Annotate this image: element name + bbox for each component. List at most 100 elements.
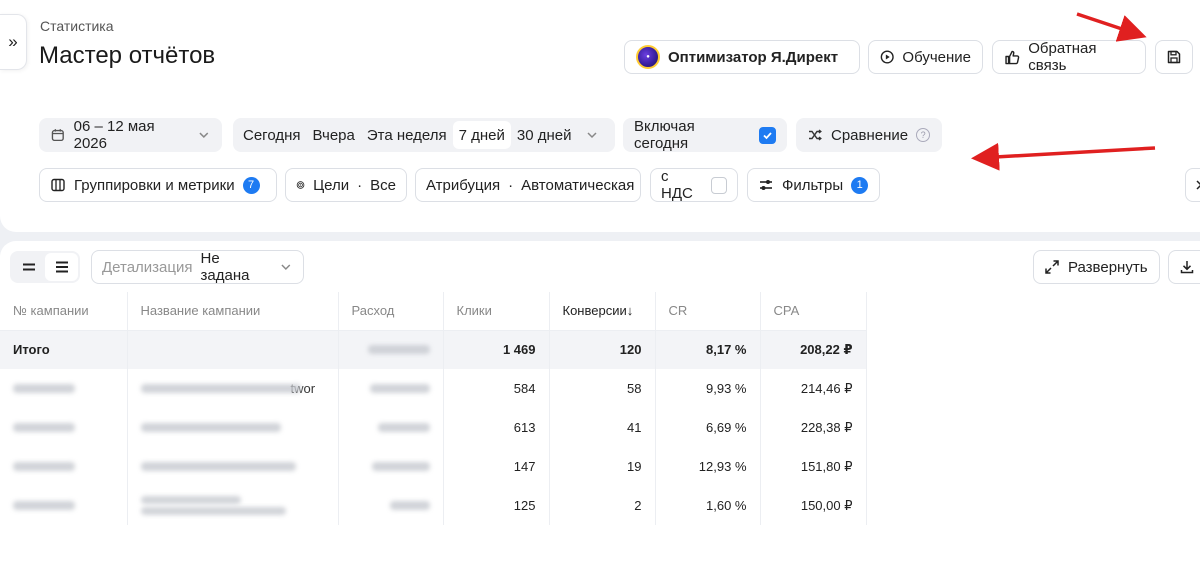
period-this-week[interactable]: Эта неделя [361, 121, 453, 149]
clicks: 125 [443, 486, 550, 525]
breadcrumb[interactable]: Статистика [40, 18, 114, 34]
campaign-name-redacted [127, 486, 339, 525]
chevron-down-icon[interactable] [582, 128, 604, 142]
thumbs-up-icon [1005, 50, 1020, 64]
column-campaign-id[interactable]: № кампании [0, 292, 128, 331]
expand-button[interactable]: Развернуть [1033, 250, 1160, 284]
goals-separator: · [357, 176, 363, 194]
filters-count-badge: 1 [851, 176, 869, 194]
total-spend-redacted [338, 330, 444, 369]
total-clicks: 1 469 [443, 330, 550, 369]
more-filters-button[interactable] [1185, 168, 1200, 202]
attribution-value: Автоматическая [521, 176, 635, 194]
shuffle-icon [809, 129, 822, 141]
conversions: 2 [549, 486, 656, 525]
spend-redacted [338, 408, 444, 447]
total-name-cell [127, 330, 339, 369]
vat-checkbox[interactable] [710, 176, 727, 194]
clicks: 584 [443, 369, 550, 408]
feedback-button[interactable]: Обратная связь [992, 40, 1146, 74]
feedback-label: Обратная связь [1028, 40, 1097, 74]
chevron-down-icon [281, 264, 291, 270]
column-cr[interactable]: CR [655, 292, 761, 331]
table-row[interactable]: 125 2 1,60 % 150,00 ₽ [0, 486, 867, 525]
column-cpa[interactable]: CPA [760, 292, 867, 331]
arrow-to-filters-row [971, 142, 1156, 171]
report-header-panel: » Статистика Мастер отчётов ● Оптимизато… [0, 0, 1200, 232]
cr: 1,60 % [655, 486, 761, 525]
column-conversions[interactable]: Конверсии↓ [549, 292, 656, 331]
grouping-count-badge: 7 [242, 176, 260, 194]
compare-label: Сравнение [831, 126, 909, 144]
filters-button[interactable]: Фильтры 1 [747, 168, 880, 202]
table-row[interactable]: 147 19 12,93 % 151,80 ₽ [0, 447, 867, 486]
expand-label: Развернуть [1068, 258, 1148, 276]
goals-select[interactable]: Цели · Все [285, 168, 407, 202]
chevron-down-icon [199, 132, 209, 138]
save-report-button[interactable] [1155, 40, 1193, 74]
column-campaign-name[interactable]: Название кампании [127, 292, 339, 331]
arrow-to-save-button [1076, 12, 1147, 42]
cpa: 228,38 ₽ [760, 408, 867, 447]
expand-icon [1045, 260, 1059, 274]
period-30-days[interactable]: 30 дней [511, 121, 578, 149]
optimizer-button[interactable]: ● Оптимизатор Я.Директ [624, 40, 860, 74]
campaign-id-redacted [0, 369, 128, 408]
campaign-id-redacted [0, 447, 128, 486]
attribution-label: Атрибуция [426, 176, 501, 194]
date-range-value: 06 – 12 мая 2026 [73, 118, 155, 152]
table-total-row: Итого 1 469 120 8,17 % 208,22 ₽ [0, 330, 867, 369]
cpa: 150,00 ₽ [760, 486, 867, 525]
grouping-label: Группировки и метрики [74, 176, 235, 194]
conversions: 58 [549, 369, 656, 408]
total-conversions: 120 [549, 330, 656, 369]
campaign-id-redacted [0, 408, 128, 447]
spend-redacted [338, 447, 444, 486]
column-clicks[interactable]: Клики [443, 292, 550, 331]
download-icon [1180, 261, 1194, 274]
table-row[interactable]: 613 41 6,69 % 228,38 ₽ [0, 408, 867, 447]
date-range-select[interactable]: 06 – 12 мая 2026 [39, 118, 222, 152]
learn-label: Обучение [902, 48, 971, 66]
include-today-checkbox[interactable] [759, 126, 776, 144]
period-yesterday[interactable]: Вчера [307, 121, 361, 149]
grouping-metrics-button[interactable]: Группировки и метрики 7 [39, 168, 277, 202]
detail-value: Не задана [200, 250, 250, 284]
sliders-icon [760, 180, 772, 190]
clicks: 147 [443, 447, 550, 486]
learn-button[interactable]: Обучение [868, 40, 983, 74]
help-icon[interactable]: ? [916, 128, 931, 142]
total-cpa: 208,22 ₽ [760, 330, 867, 369]
column-spend[interactable]: Расход [338, 292, 444, 331]
vat-toggle[interactable]: с НДС [650, 168, 738, 202]
report-table-panel: Детализация Не задана Развернуть № кампа… [0, 241, 1200, 571]
cpa: 214,46 ₽ [760, 369, 867, 408]
compare-button[interactable]: Сравнение ? [796, 118, 942, 152]
list-icon [55, 261, 68, 273]
campaign-name-redacted [127, 447, 339, 486]
cr: 12,93 % [655, 447, 761, 486]
period-today[interactable]: Сегодня [237, 121, 307, 149]
page-title: Мастер отчётов [39, 42, 216, 69]
filters-label: Фильтры [782, 176, 844, 194]
attribution-separator: · [508, 176, 514, 194]
total-cr: 8,17 % [655, 330, 761, 369]
campaign-id-redacted [0, 486, 128, 525]
goals-value: Все [370, 176, 396, 194]
regular-view-button[interactable] [45, 253, 78, 281]
include-today-label: Включая сегодня [634, 118, 695, 152]
include-today-toggle[interactable]: Включая сегодня [623, 118, 787, 152]
clicks: 613 [443, 408, 550, 447]
sidebar-expand-button[interactable]: » [0, 14, 27, 70]
table-row[interactable]: twor 584 58 9,93 % 214,46 ₽ [0, 369, 867, 408]
compact-view-button[interactable] [12, 253, 45, 281]
download-button[interactable] [1168, 250, 1200, 284]
detail-select[interactable]: Детализация Не задана [91, 250, 304, 284]
period-7-days[interactable]: 7 дней [452, 121, 511, 149]
conversions: 19 [549, 447, 656, 486]
columns-icon [51, 178, 65, 192]
attribution-select[interactable]: Атрибуция · Автоматическая [415, 168, 641, 202]
row-density-toggle [10, 251, 80, 283]
campaign-name-redacted [127, 408, 339, 447]
campaign-stats-table: № кампании Название кампании Расход Клик… [0, 292, 867, 525]
